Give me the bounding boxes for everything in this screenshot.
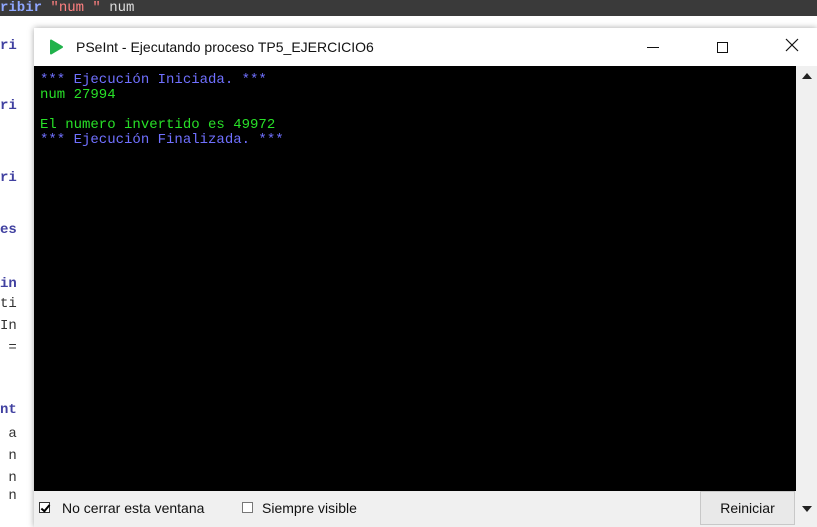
- code-fragment: In: [0, 318, 17, 334]
- console-line: *** Ejecución Iniciada. ***: [40, 72, 267, 88]
- console-line: *** Ejecución Finalizada. ***: [40, 132, 284, 148]
- code-fragment: ti: [0, 296, 17, 312]
- code-fragment: n: [0, 488, 17, 504]
- close-button[interactable]: [769, 28, 815, 66]
- code-fragment: n: [0, 470, 17, 486]
- scroll-up-arrow-icon[interactable]: [796, 66, 817, 86]
- editor-string: "num ": [42, 0, 101, 16]
- code-fragment: ri: [0, 38, 17, 54]
- code-fragment: =: [0, 340, 17, 356]
- code-fragment: ri: [0, 98, 17, 114]
- scroll-down-arrow-icon[interactable]: [796, 491, 817, 527]
- console-window: PSeInt - Ejecutando proceso TP5_EJERCICI…: [34, 28, 817, 527]
- code-fragment: in: [0, 276, 17, 292]
- code-fragment: es: [0, 222, 17, 238]
- editor-code-column: ri ri ri es in ti In = nt a n n n: [0, 16, 34, 527]
- maximize-icon: [716, 41, 728, 53]
- always-visible-label[interactable]: Siempre visible: [262, 499, 357, 517]
- code-fragment: a: [0, 426, 17, 442]
- vertical-scrollbar[interactable]: [796, 66, 817, 491]
- minimize-button[interactable]: [630, 28, 676, 66]
- code-fragment: ri: [0, 170, 17, 186]
- title-bar[interactable]: PSeInt - Ejecutando proceso TP5_EJERCICI…: [34, 28, 817, 66]
- restart-button[interactable]: Reiniciar: [700, 491, 795, 525]
- maximize-button[interactable]: [699, 28, 745, 66]
- console-line: num 27994: [40, 87, 116, 103]
- no-close-label[interactable]: No cerrar esta ventana: [62, 499, 204, 517]
- console-output[interactable]: *** Ejecución Iniciada. *** num 27994 El…: [34, 66, 796, 491]
- no-close-checkbox[interactable]: [39, 502, 50, 513]
- window-title: PSeInt - Ejecutando proceso TP5_EJERCICI…: [76, 39, 374, 55]
- editor-rest: num: [100, 0, 135, 16]
- code-fragment: n: [0, 448, 17, 464]
- always-visible-checkbox[interactable]: [242, 502, 253, 513]
- console-footer: No cerrar esta ventana Siempre visible R…: [34, 491, 817, 527]
- minimize-icon: [647, 46, 659, 48]
- pseint-play-icon: [48, 39, 64, 55]
- console-line: El numero invertido es 49972: [40, 117, 276, 133]
- editor-top-line: ribir "num " num: [0, 0, 817, 16]
- close-icon: [785, 38, 799, 57]
- editor-keyword: ribir: [0, 0, 43, 16]
- code-fragment: nt: [0, 402, 17, 418]
